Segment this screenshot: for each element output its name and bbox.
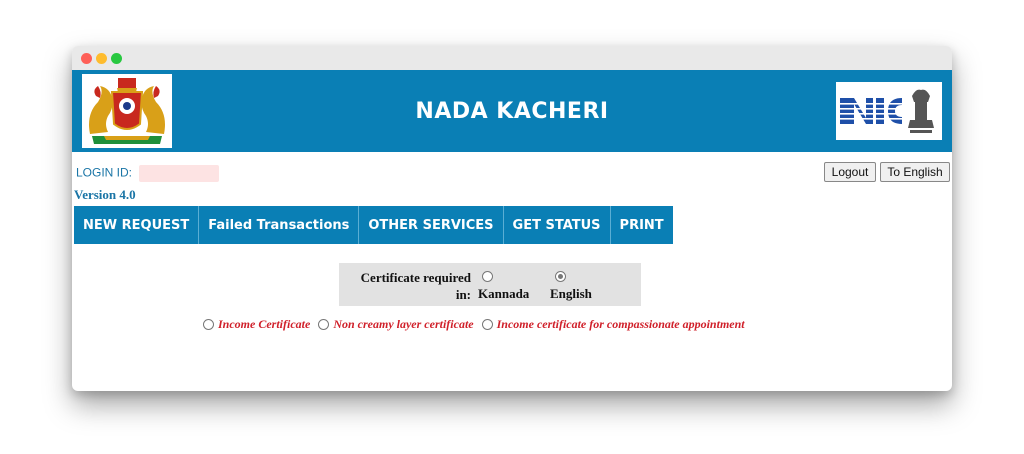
nav-other-services[interactable]: OTHER SERVICES	[359, 206, 504, 244]
nav-get-status[interactable]: GET STATUS	[504, 206, 611, 244]
close-window-icon[interactable]	[81, 53, 92, 64]
certificate-language-box: Certificate required in: Kannada English	[339, 263, 641, 306]
compassionate-income-option[interactable]: Income certificate for compassionate app…	[481, 316, 745, 332]
nic-emblem-icon	[836, 82, 942, 140]
nav-new-request[interactable]: NEW REQUEST	[74, 206, 200, 244]
main-nav: NEW REQUEST Failed Transactions OTHER SE…	[74, 206, 673, 244]
to-english-button[interactable]: To English	[880, 162, 950, 182]
login-id-label: LOGIN ID:	[76, 165, 133, 180]
income-certificate-label: Income Certificate	[218, 316, 311, 331]
maximize-window-icon[interactable]	[111, 53, 122, 64]
certificate-type-options: Income Certificate Non creamy layer cert…	[203, 316, 753, 332]
page-title: NADA KACHERI	[415, 98, 609, 124]
kannada-radio[interactable]	[482, 271, 493, 282]
non-creamy-layer-label: Non creamy layer certificate	[333, 316, 474, 331]
english-label: English	[550, 286, 592, 301]
english-radio[interactable]	[555, 271, 566, 282]
header-banner: NADA KACHERI	[72, 70, 952, 152]
income-certificate-radio[interactable]	[203, 318, 214, 330]
nav-print[interactable]: PRINT	[611, 206, 673, 244]
certificate-language-label: Certificate required in:	[360, 270, 471, 302]
nav-failed-transactions[interactable]: Failed Transactions	[199, 206, 360, 244]
minimize-window-icon[interactable]	[96, 53, 107, 64]
kannada-label: Kannada	[478, 286, 530, 301]
version-label: Version 4.0	[74, 187, 136, 202]
window-titlebar	[72, 46, 952, 70]
compassionate-income-radio[interactable]	[481, 318, 493, 330]
non-creamy-layer-option[interactable]: Non creamy layer certificate	[318, 316, 474, 332]
non-creamy-layer-radio[interactable]	[318, 318, 330, 330]
browser-window: NADA KACHERI LOGIN ID: Version 4.0 Logou…	[72, 46, 952, 391]
income-certificate-option[interactable]: Income Certificate	[203, 317, 310, 332]
login-id-value-redacted	[139, 165, 220, 182]
compassionate-income-label: Income certificate for compassionate app…	[496, 316, 745, 331]
logout-button[interactable]: Logout	[824, 162, 876, 182]
login-id: LOGIN ID:	[76, 165, 220, 182]
